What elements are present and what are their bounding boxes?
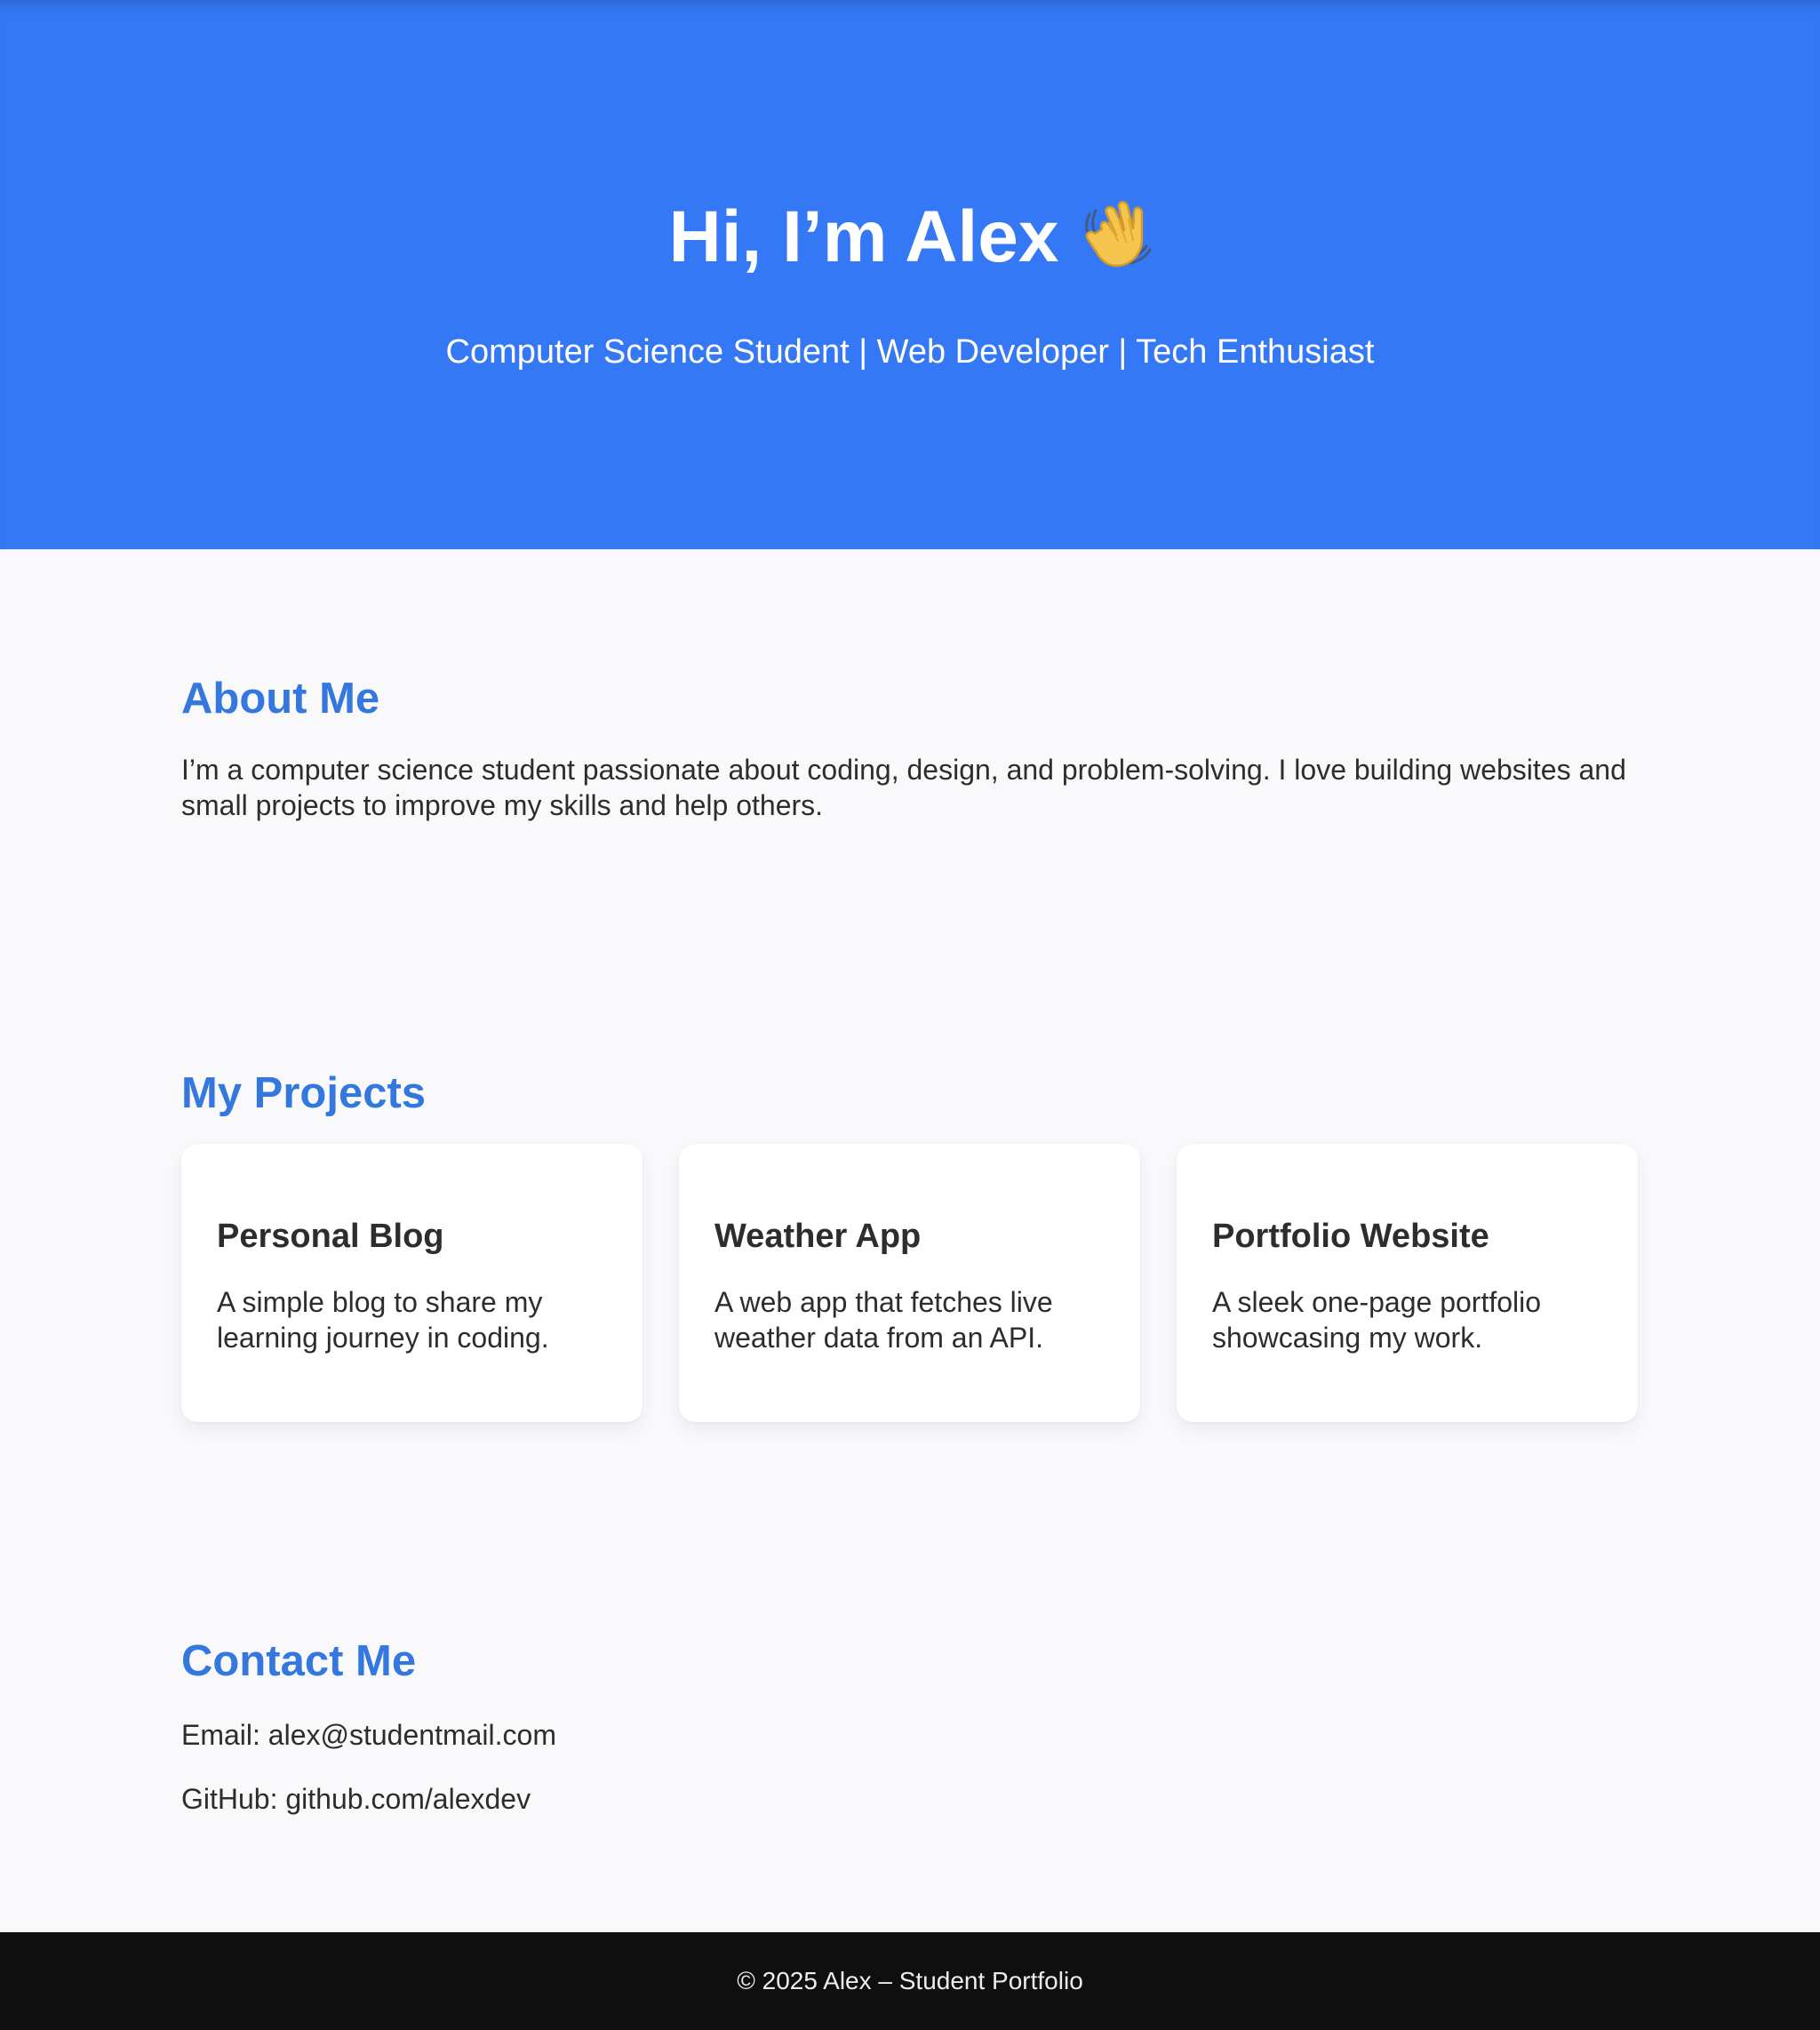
page-footer: © 2025 Alex – Student Portfolio: [0, 1932, 1820, 2030]
project-card-portfolio-website: Portfolio Website A sleek one-page portf…: [1177, 1144, 1638, 1422]
projects-title: My Projects: [181, 1069, 427, 1117]
hero-header: Hi, I’m Alex Computer Science Student | …: [0, 0, 1820, 549]
project-card-list: Personal Blog A simple blog to share my …: [181, 1144, 1639, 1422]
hero-title: Hi, I’m Alex: [0, 188, 1820, 286]
hero-title-text: Hi, I’m Alex: [668, 196, 1059, 277]
about-text: I’m a computer science student passionat…: [181, 754, 1626, 821]
project-card-title: Personal Blog: [217, 1218, 444, 1255]
project-card-description: A sleek one-page portfolio showcasing my…: [1212, 1286, 1542, 1354]
about-title: About Me: [181, 675, 380, 723]
project-card-description: A web app that fetches live weather data…: [714, 1286, 1053, 1354]
hero-subtitle: Computer Science Student | Web Developer…: [445, 333, 1375, 371]
contact-title: Contact Me: [181, 1637, 417, 1685]
waving-hand-icon: [1077, 196, 1152, 270]
project-card-title: Weather App: [714, 1218, 922, 1255]
contact-github: GitHub: github.com/alexdev: [181, 1783, 531, 1815]
footer-copyright: © 2025 Alex – Student Portfolio: [737, 1967, 1083, 1994]
project-card-personal-blog: Personal Blog A simple blog to share my …: [181, 1144, 643, 1422]
contact-email: Email: alex@studentmail.com: [181, 1719, 556, 1751]
project-card-weather-app: Weather App A web app that fetches live …: [679, 1144, 1140, 1422]
project-card-description: A simple blog to share my learning journ…: [217, 1286, 549, 1354]
project-card-title: Portfolio Website: [1212, 1218, 1489, 1255]
